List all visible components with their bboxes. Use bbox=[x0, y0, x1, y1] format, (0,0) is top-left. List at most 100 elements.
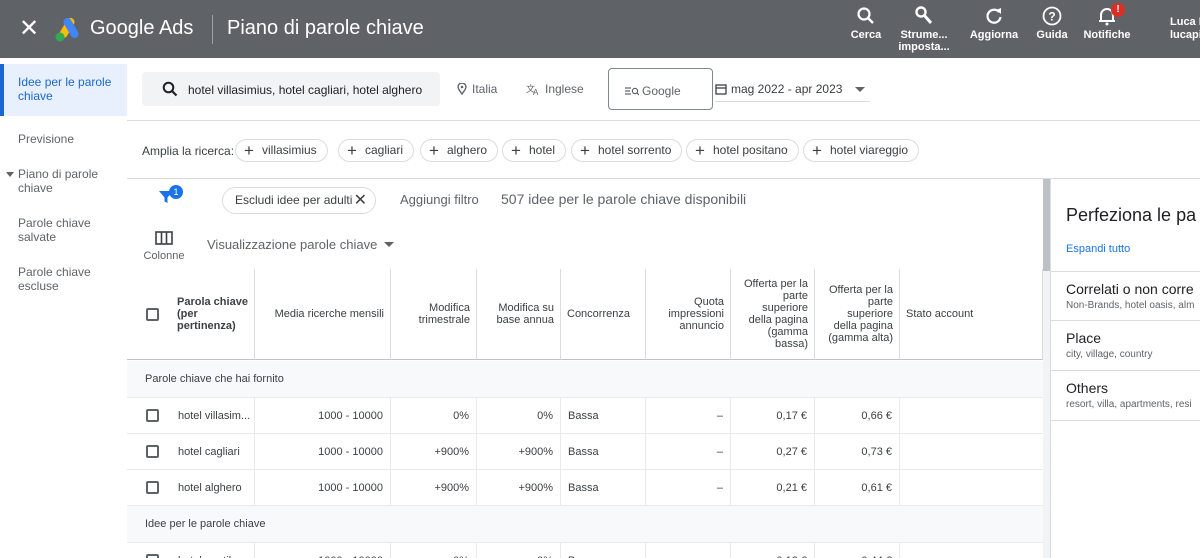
notification-badge: ! bbox=[1111, 3, 1125, 17]
language-selector[interactable]: 文 A Inglese bbox=[526, 82, 584, 97]
row-checkbox[interactable] bbox=[146, 445, 159, 458]
column-header-bid-low[interactable]: Offerta per la parte superiore della pag… bbox=[731, 269, 815, 360]
refresh-button[interactable]: Aggiorna bbox=[962, 6, 1026, 41]
row-checkbox[interactable] bbox=[146, 409, 159, 422]
avg-searches-cell: 1000 - 10000 bbox=[255, 543, 391, 558]
scrollbar-thumb[interactable] bbox=[1043, 179, 1050, 271]
divider bbox=[212, 15, 213, 44]
broaden-search-bar: Amplia la ricerca: + villasimius + cagliar… bbox=[127, 122, 1200, 179]
refine-section-others[interactable]: Others resort, villa, apartments, resi bbox=[1051, 370, 1200, 421]
network-selector[interactable]: Google bbox=[608, 68, 713, 110]
brand-name: Google Ads bbox=[90, 17, 194, 39]
expand-all-link[interactable]: Espandi tutto bbox=[1066, 243, 1130, 255]
refine-section-place[interactable]: Place city, village, country bbox=[1051, 320, 1200, 370]
exclude-adult-chip[interactable]: Escludi idee per adulti ✕ bbox=[222, 187, 376, 214]
translate-icon: 文A bbox=[526, 83, 539, 97]
table-row: hotel cagliari 1000 - 10000 +900% +900% … bbox=[127, 434, 1043, 470]
broaden-chip-label: alghero bbox=[447, 143, 488, 157]
sidebar-item-forecast[interactable]: Previsione bbox=[0, 132, 127, 146]
keyword-table: Parola chiave (per pertinenza) Media ric… bbox=[127, 269, 1043, 558]
tools-button[interactable]: Strume... imposta... bbox=[892, 6, 956, 53]
date-range-selector[interactable]: mag 2022 - apr 2023 bbox=[715, 80, 870, 102]
column-header-account-status[interactable]: Stato account bbox=[900, 269, 1043, 360]
plus-icon: + bbox=[580, 141, 590, 160]
broaden-chip[interactable]: + hotel sorrento bbox=[571, 139, 683, 162]
broaden-chip-label: hotel positano bbox=[713, 143, 788, 157]
column-header-keyword[interactable]: Parola chiave (per pertinenza) bbox=[171, 269, 255, 360]
column-header-competition[interactable]: Concorrenza bbox=[561, 269, 646, 360]
location-selector[interactable]: Italia bbox=[457, 82, 497, 96]
dropdown-arrow-icon bbox=[855, 87, 865, 92]
bid-high-cell: 0,66 € bbox=[815, 398, 900, 434]
sidebar-item-keyword-ideas[interactable]: Idee per le parole chiave bbox=[0, 64, 127, 116]
broaden-chip[interactable]: + alghero bbox=[420, 139, 499, 162]
row-checkbox[interactable] bbox=[146, 481, 159, 494]
quarterly-change-cell: +900% bbox=[391, 434, 477, 470]
bid-low-cell: 0,17 € bbox=[731, 398, 815, 434]
close-icon[interactable]: ✕ bbox=[16, 15, 42, 43]
user-account[interactable]: Luca I lucapi bbox=[1170, 16, 1200, 42]
impression-share-cell: – bbox=[646, 543, 731, 558]
top-bar: ✕ Google Ads Piano di parole chiave Cerc… bbox=[0, 0, 1200, 58]
user-name: Luca I bbox=[1170, 16, 1200, 28]
keyword-cell[interactable]: hotel cagliari bbox=[171, 434, 255, 470]
plus-icon: + bbox=[812, 141, 822, 160]
impression-share-cell: – bbox=[646, 470, 731, 506]
broaden-chip[interactable]: + hotel positano bbox=[686, 139, 799, 162]
location-value: Italia bbox=[472, 82, 498, 96]
search-icon bbox=[857, 7, 874, 24]
search-network-icon bbox=[625, 87, 640, 96]
plus-icon: + bbox=[244, 141, 254, 160]
search-button[interactable]: Cerca bbox=[834, 6, 898, 41]
refine-section-sub: Non-Brands, hotel oasis, alm bbox=[1066, 300, 1195, 311]
broaden-chip[interactable]: + hotel viareggio bbox=[803, 139, 920, 162]
refine-section-brands[interactable]: Correlati o non corre Non-Brands, hotel … bbox=[1051, 271, 1200, 320]
columns-button[interactable]: Colonne bbox=[139, 231, 189, 262]
column-header-impression-share[interactable]: Quota impressioni annuncio bbox=[646, 269, 731, 360]
sidebar-item-negative-keywords[interactable]: Parole chiave escluse bbox=[0, 265, 127, 293]
keyword-cell[interactable]: hotel alghero bbox=[171, 470, 255, 506]
broaden-chip[interactable]: + villasimius bbox=[235, 139, 328, 162]
google-ads-logo bbox=[55, 17, 79, 42]
close-icon[interactable]: ✕ bbox=[354, 188, 367, 213]
column-header-quarterly-change[interactable]: Modifica trimestrale bbox=[391, 269, 477, 360]
add-filter-button[interactable]: Aggiungi filtro bbox=[400, 192, 479, 207]
sidebar-item-label: Idee per le parole chiave bbox=[18, 75, 112, 103]
select-all-checkbox[interactable] bbox=[146, 308, 159, 321]
broaden-chip[interactable]: + hotel bbox=[502, 139, 567, 162]
help-icon: ? bbox=[1042, 6, 1062, 26]
refine-section-title: Correlati o non corre bbox=[1066, 281, 1194, 297]
competition-cell: Bassa bbox=[561, 470, 646, 506]
sidebar-item-saved-keywords[interactable]: Parole chiave salvate bbox=[0, 216, 127, 244]
sidebar-item-keyword-plan[interactable]: Piano di parole chiave bbox=[0, 167, 127, 195]
search-icon bbox=[162, 81, 178, 97]
bid-low-cell: 0,27 € bbox=[731, 434, 815, 470]
column-header-yearly-change[interactable]: Modifica su base annua bbox=[477, 269, 561, 360]
refresh-icon bbox=[986, 8, 1002, 24]
column-header-bid-high[interactable]: Offerta per la parte superiore della pag… bbox=[815, 269, 900, 360]
view-selector[interactable]: Visualizzazione parole chiave bbox=[207, 237, 395, 252]
tools-label-line2: imposta... bbox=[898, 41, 950, 53]
notifications-button[interactable]: ! Notifiche bbox=[1075, 3, 1139, 41]
tools-label-line1: Strume... bbox=[900, 29, 948, 41]
impression-share-cell: – bbox=[646, 434, 731, 470]
keyword-cell[interactable]: hotel poutily bbox=[171, 543, 255, 558]
user-email: lucapi bbox=[1170, 29, 1200, 41]
avg-searches-cell: 1000 - 10000 bbox=[255, 398, 391, 434]
search-label: Cerca bbox=[850, 29, 882, 41]
table-scrollbar[interactable] bbox=[1043, 179, 1050, 558]
bid-high-cell: 0,44 € bbox=[815, 543, 900, 558]
dropdown-arrow-icon bbox=[384, 242, 395, 247]
filter-area: 1 Escludi idee per adulti ✕ Aggiungi fil… bbox=[127, 179, 1043, 269]
column-header-avg-searches[interactable]: Media ricerche mensili bbox=[255, 269, 391, 360]
refresh-label: Aggiorna bbox=[969, 29, 1019, 41]
calendar-icon bbox=[715, 84, 727, 95]
broaden-chip[interactable]: + cagliari bbox=[338, 139, 415, 162]
row-checkbox[interactable] bbox=[146, 554, 159, 558]
keyword-cell[interactable]: hotel villasim... bbox=[171, 398, 255, 434]
broaden-chip-label: hotel viareggio bbox=[830, 143, 909, 157]
search-query: hotel villasimius, hotel cagliari, hotel… bbox=[188, 83, 423, 97]
keyword-search-input[interactable]: hotel villasimius, hotel cagliari, hotel… bbox=[142, 72, 440, 106]
columns-icon bbox=[155, 231, 173, 245]
sidebar-item-label: Parole chiave escluse bbox=[18, 265, 91, 293]
